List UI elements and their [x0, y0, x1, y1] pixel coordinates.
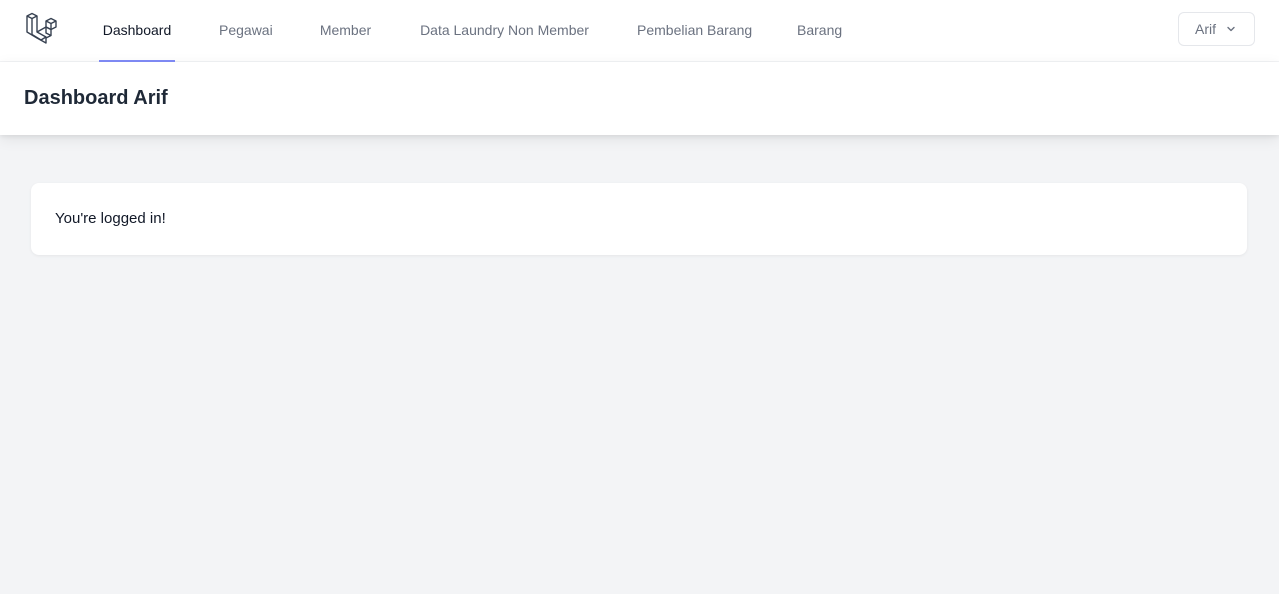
nav-link-pegawai[interactable]: Pegawai [219, 0, 273, 62]
top-navigation: Dashboard Pegawai Member Data Laundry No… [0, 0, 1279, 62]
nav-link-member[interactable]: Member [319, 0, 372, 62]
nav-link-dashboard[interactable]: Dashboard [99, 0, 175, 62]
chevron-down-icon [1227, 26, 1235, 32]
user-dropdown-button[interactable]: Arif [1178, 12, 1255, 46]
nav-link-data-laundry-non-member[interactable]: Data Laundry Non Member [420, 0, 589, 62]
page-title: Dashboard Arif [24, 87, 168, 109]
user-name: Arif [1195, 21, 1216, 37]
laravel-logo-icon[interactable] [25, 12, 59, 46]
page-header: Dashboard Arif [0, 62, 1279, 135]
nav-link-barang[interactable]: Barang [797, 0, 842, 62]
nav-link-pembelian-barang[interactable]: Pembelian Barang [637, 0, 752, 62]
content-card: You're logged in! [31, 183, 1247, 255]
logged-in-message: You're logged in! [55, 210, 166, 227]
